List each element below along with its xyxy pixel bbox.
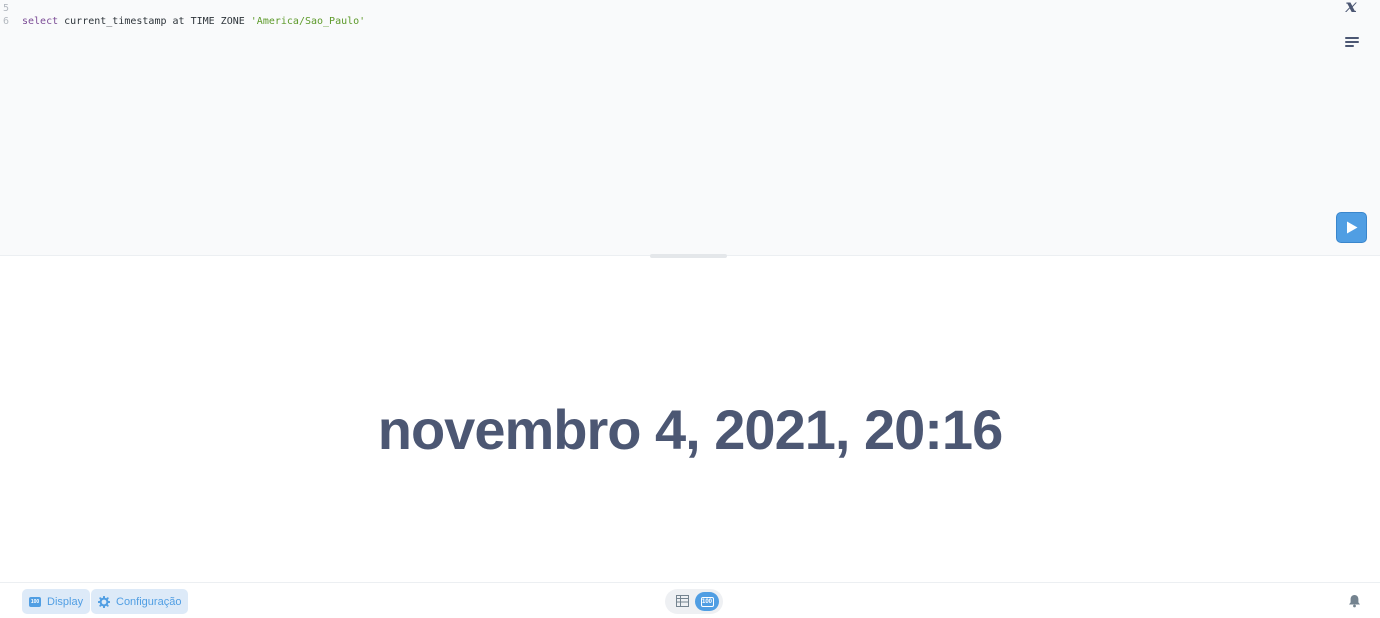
view-toggle[interactable]: 100 <box>665 589 723 614</box>
bell-icon[interactable] <box>1348 594 1361 608</box>
run-query-button[interactable] <box>1336 212 1367 243</box>
sql-string: 'America/Sao_Paulo' <box>250 16 366 27</box>
gear-icon <box>98 595 110 608</box>
display-label: Display <box>47 595 84 608</box>
result-area: novembro 4, 2021, 20:16 <box>0 257 1380 582</box>
sql-editor[interactable]: 5 6 select current_timestamp at TIME ZON… <box>0 0 1380 256</box>
footer-bar: 100 Display Configuração 100 <box>0 582 1380 618</box>
code-lines[interactable]: 5 6 select current_timestamp at TIME ZON… <box>0 2 365 28</box>
code-line: 6 select current_timestamp at TIME ZONE … <box>0 15 365 28</box>
variable-x-icon[interactable]: x <box>1340 0 1362 18</box>
table-icon[interactable] <box>676 595 689 607</box>
snippet-lines-icon[interactable] <box>1345 37 1359 49</box>
code-line: 5 <box>0 2 365 15</box>
code-text: select current_timestamp at TIME ZONE 'A… <box>14 15 365 28</box>
sql-body: current_timestamp at TIME ZONE <box>58 16 251 27</box>
settings-button[interactable]: Configuração <box>91 589 189 614</box>
line-number: 6 <box>3 16 10 27</box>
scalar-value: novembro 4, 2021, 20:16 <box>377 398 1003 461</box>
play-icon <box>1346 221 1357 234</box>
editor-side-toolbar: x <box>1338 0 1366 60</box>
sql-keyword: select <box>22 16 59 27</box>
display-button[interactable]: 100 Display <box>22 589 91 614</box>
scalar-view-button[interactable]: 100 <box>695 592 719 611</box>
settings-label: Configuração <box>116 595 182 608</box>
scalar-icon: 100 <box>29 596 41 607</box>
scalar-icon: 100 <box>700 596 714 607</box>
line-number: 5 <box>3 3 10 14</box>
